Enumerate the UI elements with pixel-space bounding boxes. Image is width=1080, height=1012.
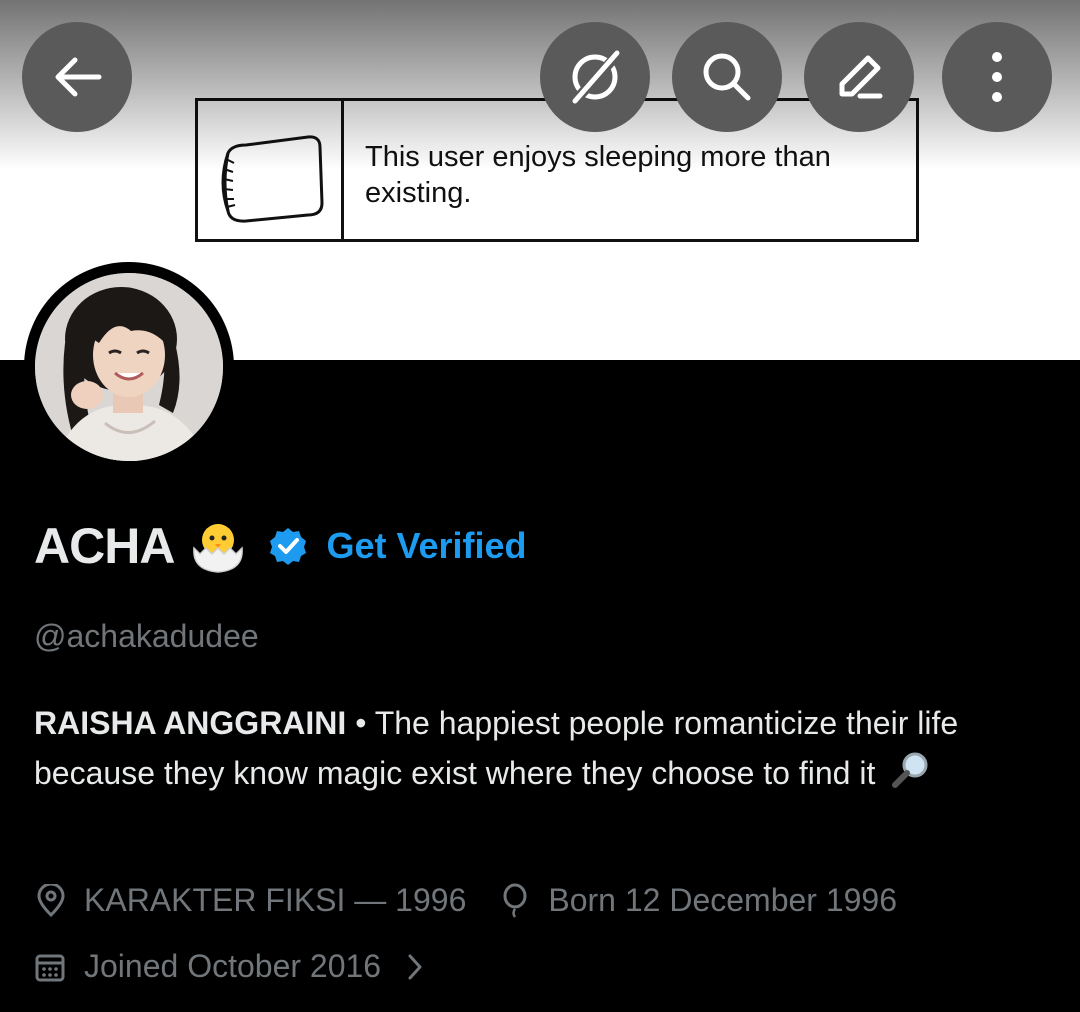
bio-separator: • bbox=[346, 705, 375, 741]
more-vertical-icon bbox=[992, 52, 1002, 102]
display-name: ACHA bbox=[34, 518, 175, 574]
birthday: Born 12 December 1996 bbox=[500, 882, 897, 919]
get-verified-link[interactable]: Get Verified bbox=[326, 525, 526, 567]
verified-badge-icon[interactable] bbox=[268, 526, 308, 566]
grok-button[interactable] bbox=[540, 22, 650, 132]
name-row: ACHA Get Verified bbox=[34, 516, 527, 576]
bio: RAISHA ANGGRAINI • The happiest people r… bbox=[34, 698, 1049, 798]
avatar[interactable] bbox=[35, 273, 223, 461]
avatar-photo bbox=[35, 273, 223, 461]
birthday-text: Born 12 December 1996 bbox=[548, 882, 898, 918]
location-text: KARAKTER FIKSI — 1996 bbox=[84, 882, 467, 918]
joined-text: Joined October 2016 bbox=[84, 948, 382, 984]
location-pin-icon bbox=[37, 883, 65, 917]
handle: @achakadudee bbox=[34, 618, 259, 654]
chevron-right-icon bbox=[408, 954, 422, 979]
joined[interactable]: Joined October 2016 bbox=[34, 948, 425, 985]
balloon-icon bbox=[503, 883, 527, 918]
search-icon bbox=[703, 53, 751, 101]
edit-icon bbox=[839, 55, 883, 99]
search-button[interactable] bbox=[672, 22, 782, 132]
edit-button[interactable] bbox=[804, 22, 914, 132]
back-arrow-icon bbox=[55, 57, 102, 97]
bio-name: RAISHA ANGGRAINI bbox=[34, 705, 347, 741]
location: KARAKTER FIKSI — 1996 bbox=[34, 882, 466, 919]
grok-icon bbox=[569, 49, 623, 107]
calendar-icon bbox=[35, 954, 65, 981]
magnifying-glass-emoji bbox=[892, 752, 928, 788]
back-button[interactable] bbox=[22, 22, 132, 132]
meta-row-2[interactable]: Joined October 2016 bbox=[34, 948, 425, 985]
meta-row-1: KARAKTER FIKSI — 1996 Born 12 December 1… bbox=[34, 882, 897, 919]
hatching-chick-emoji bbox=[193, 524, 244, 573]
more-button[interactable] bbox=[942, 22, 1052, 132]
